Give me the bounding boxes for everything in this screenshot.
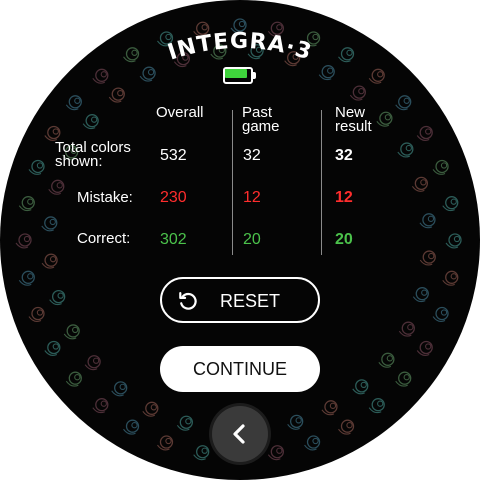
continue-button-label: CONTINUE bbox=[193, 359, 287, 379]
swirl-ornament bbox=[368, 68, 385, 84]
swirl-ornament bbox=[18, 196, 35, 212]
swirl-ornament bbox=[65, 371, 82, 387]
swirl-ornament bbox=[48, 179, 65, 195]
chevron-left-icon bbox=[233, 424, 245, 444]
swirl-ornament bbox=[432, 159, 449, 175]
swirl-ornament bbox=[376, 111, 393, 127]
swirl-ornament bbox=[111, 381, 128, 397]
reset-button-label: RESET bbox=[220, 291, 281, 311]
continue-button[interactable]: CONTINUE bbox=[160, 346, 320, 392]
swirl-ornament bbox=[18, 270, 35, 286]
mistake-overall-value: 230 bbox=[160, 189, 187, 206]
swirl-ornament bbox=[445, 233, 462, 249]
correct-past-value: 20 bbox=[243, 231, 261, 248]
swirl-ornament bbox=[321, 400, 338, 416]
row-label-total: Total colors shown: bbox=[55, 139, 131, 170]
header-overall: Overall bbox=[156, 104, 204, 121]
row-label-correct: Correct: bbox=[77, 230, 131, 247]
swirl-ornament bbox=[352, 379, 369, 395]
correct-new-value: 20 bbox=[335, 231, 353, 248]
swirl-ornament bbox=[442, 196, 459, 212]
svg-text:INTEGRA·3: INTEGRA·3 bbox=[165, 29, 315, 66]
swirl-ornament bbox=[84, 355, 101, 371]
reset-button[interactable]: RESET bbox=[160, 277, 320, 323]
swirl-ornament bbox=[378, 352, 395, 368]
total-past-value: 32 bbox=[243, 147, 261, 164]
swirl-ornament bbox=[416, 340, 433, 356]
swirl-ornament bbox=[92, 398, 109, 414]
swirl-ornament bbox=[398, 321, 415, 337]
reset-icon bbox=[179, 292, 197, 310]
swirl-ornament bbox=[416, 125, 433, 141]
swirl-ornament bbox=[82, 114, 99, 130]
swirl-ornament bbox=[368, 398, 385, 414]
battery-icon bbox=[223, 67, 257, 84]
column-divider bbox=[232, 110, 233, 255]
swirl-ornament bbox=[142, 401, 159, 417]
swirl-ornament bbox=[412, 287, 429, 303]
swirl-ornament bbox=[49, 289, 66, 306]
swirl-ornament bbox=[338, 419, 355, 435]
swirl-ornament bbox=[157, 435, 174, 451]
swirl-ornament bbox=[287, 414, 304, 430]
row-label-mistake: Mistake: bbox=[77, 189, 133, 206]
swirl-ornament bbox=[338, 47, 355, 63]
swirl-ornament bbox=[442, 270, 459, 286]
swirl-ornament bbox=[395, 95, 412, 111]
swirl-ornament bbox=[397, 142, 414, 158]
mistake-new-value: 12 bbox=[335, 189, 353, 206]
swirl-ornament bbox=[28, 306, 45, 322]
swirl-ornament bbox=[419, 213, 436, 229]
swirl-ornament bbox=[44, 340, 61, 356]
swirl-ornament bbox=[419, 250, 436, 266]
swirl-ornament bbox=[123, 419, 140, 435]
swirl-ornament bbox=[92, 68, 109, 84]
app-title-text: INTEGRA·3 bbox=[165, 29, 314, 66]
swirl-ornament bbox=[123, 47, 140, 63]
swirl-ornament bbox=[28, 159, 45, 175]
swirl-ornament bbox=[193, 445, 210, 461]
total-overall-value: 532 bbox=[160, 147, 187, 164]
swirl-ornament bbox=[349, 85, 366, 101]
swirl-ornament bbox=[41, 253, 58, 269]
swirl-ornament bbox=[411, 176, 429, 192]
app-title: INTEGRA·3 bbox=[165, 29, 315, 66]
swirl-ornament bbox=[15, 233, 32, 249]
swirl-ornament bbox=[267, 445, 284, 461]
swirl-ornament bbox=[108, 87, 125, 103]
swirl-ornament bbox=[63, 324, 80, 340]
swirl-ornament bbox=[304, 435, 321, 451]
swirl-ornament bbox=[176, 415, 193, 431]
column-divider bbox=[321, 110, 322, 255]
mistake-past-value: 12 bbox=[243, 189, 261, 206]
swirl-ornament bbox=[41, 216, 58, 232]
header-past-game: Past game bbox=[242, 104, 280, 135]
total-new-value: 32 bbox=[335, 147, 353, 164]
watch-face: INTEGRA·3 Overall Past game New result T… bbox=[0, 0, 480, 480]
swirl-ornament bbox=[395, 371, 412, 387]
swirl-ornament bbox=[432, 306, 449, 322]
correct-overall-value: 302 bbox=[160, 231, 187, 248]
header-new-result: New result bbox=[335, 104, 372, 135]
swirl-ornament bbox=[65, 95, 82, 111]
back-button[interactable] bbox=[212, 406, 268, 462]
